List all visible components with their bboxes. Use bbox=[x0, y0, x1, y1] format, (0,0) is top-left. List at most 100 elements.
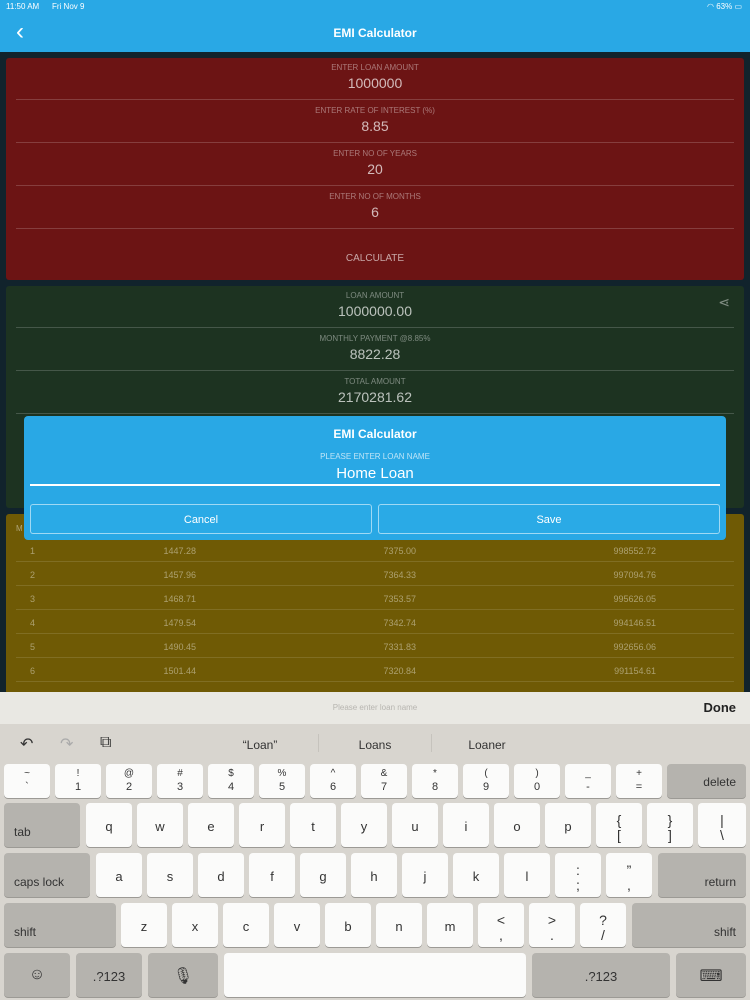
key-3[interactable]: #3 bbox=[157, 764, 203, 798]
key-greater-than[interactable]: >. bbox=[529, 903, 575, 947]
key-5[interactable]: % 5 bbox=[259, 764, 305, 798]
numbers-key-right[interactable]: .?123 bbox=[532, 953, 670, 997]
key-g[interactable]: g bbox=[300, 853, 346, 897]
cancel-button[interactable]: Cancel bbox=[30, 504, 372, 534]
caps-lock-key[interactable]: caps lock bbox=[4, 853, 90, 897]
key-o[interactable]: o bbox=[494, 803, 540, 847]
calculate-button[interactable]: CALCULATE bbox=[6, 253, 744, 264]
key-9[interactable]: (9 bbox=[463, 764, 509, 798]
paste-icon[interactable]: ⧉ bbox=[100, 734, 111, 752]
balance-cell: 997094.76 bbox=[613, 570, 656, 580]
status-right: ◠ 63% ▭ bbox=[707, 2, 742, 11]
key-1[interactable]: ! 1 bbox=[55, 764, 101, 798]
dialog-title: EMI Calculator bbox=[333, 427, 417, 441]
key-minus[interactable]: _ - bbox=[565, 764, 611, 798]
years-field[interactable]: ENTER NO OF YEARS 20 bbox=[16, 144, 734, 186]
key-bottom: 0 bbox=[533, 781, 541, 793]
months-field[interactable]: ENTER NO OF MONTHS 6 bbox=[16, 187, 734, 229]
mode-label: .?123 bbox=[584, 969, 618, 984]
return-key[interactable]: return bbox=[658, 853, 746, 897]
key-backslash[interactable]: | \ bbox=[698, 803, 746, 847]
key-c[interactable]: c bbox=[223, 903, 269, 947]
key-tilde[interactable]: ~ ` bbox=[4, 764, 50, 798]
key-p[interactable]: p bbox=[545, 803, 591, 847]
key-question[interactable]: ? / bbox=[580, 903, 626, 947]
save-button[interactable]: Save bbox=[378, 504, 720, 534]
key-2[interactable]: @2 bbox=[106, 764, 152, 798]
delete-key[interactable]: delete bbox=[667, 764, 746, 798]
key-k[interactable]: k bbox=[453, 853, 499, 897]
key-quote[interactable]: ”, bbox=[606, 853, 652, 897]
key-bottom: ; bbox=[576, 877, 580, 893]
tab-label: tab bbox=[14, 825, 31, 839]
key-d[interactable]: d bbox=[198, 853, 244, 897]
key-label: p bbox=[564, 819, 572, 834]
years-value: 20 bbox=[367, 161, 383, 177]
key-m[interactable]: m bbox=[427, 903, 473, 947]
loan-name-input[interactable] bbox=[30, 462, 720, 486]
key-q[interactable]: q bbox=[86, 803, 132, 847]
interest-rate-label: ENTER RATE OF INTEREST (%) bbox=[315, 106, 435, 115]
key-r[interactable]: r bbox=[239, 803, 285, 847]
key-h[interactable]: h bbox=[351, 853, 397, 897]
key-4[interactable]: $4 bbox=[208, 764, 254, 798]
emoji-key[interactable]: ☺ bbox=[4, 953, 70, 997]
result-loan-amount-label: LOAN AMOUNT bbox=[345, 291, 405, 300]
suggestion-1[interactable]: “Loan” bbox=[210, 738, 310, 752]
key-bottom: = bbox=[635, 781, 643, 793]
key-f[interactable]: f bbox=[249, 853, 295, 897]
key-label: s bbox=[166, 869, 174, 884]
nav-bar: ‹ EMI Calculator bbox=[0, 14, 750, 52]
suggestion-2[interactable]: Loans bbox=[325, 738, 425, 752]
interest-cell: 7375.00 bbox=[383, 546, 416, 556]
suggestion-3[interactable]: Loaner bbox=[437, 738, 537, 752]
redo-icon[interactable]: ↷ bbox=[60, 734, 73, 754]
key-y[interactable]: y bbox=[341, 803, 387, 847]
interest-rate-field[interactable]: ENTER RATE OF INTEREST (%) 8.85 bbox=[16, 101, 734, 143]
key-7[interactable]: & 7 bbox=[361, 764, 407, 798]
shift-right-key[interactable]: shift bbox=[632, 903, 746, 947]
principal-cell: 1501.44 bbox=[163, 666, 196, 676]
key-v[interactable]: v bbox=[274, 903, 320, 947]
key-t[interactable]: t bbox=[290, 803, 336, 847]
key-equals[interactable]: + = bbox=[616, 764, 662, 798]
key-j[interactable]: j bbox=[402, 853, 448, 897]
status-time: 11:50 AM bbox=[6, 2, 40, 11]
key-label: f bbox=[270, 869, 274, 884]
key-n[interactable]: n bbox=[376, 903, 422, 947]
key-right-brace[interactable]: }] bbox=[647, 803, 693, 847]
key-e[interactable]: e bbox=[188, 803, 234, 847]
loan-amount-field[interactable]: ENTER LOAN AMOUNT 1000000 bbox=[16, 58, 734, 100]
key-label: h bbox=[370, 869, 378, 884]
key-u[interactable]: u bbox=[392, 803, 438, 847]
done-button[interactable]: Done bbox=[704, 700, 737, 715]
undo-icon[interactable]: ↶ bbox=[20, 734, 33, 754]
shift-left-key[interactable]: shift bbox=[4, 903, 116, 947]
shift-label: shift bbox=[14, 925, 37, 939]
key-z[interactable]: z bbox=[121, 903, 167, 947]
schedule-header-fragment: M bbox=[16, 524, 23, 533]
key-label: o bbox=[513, 819, 521, 834]
emoji-icon: ☺ bbox=[28, 966, 46, 983]
key-less-than[interactable]: <, bbox=[478, 903, 524, 947]
key-left-brace[interactable]: {[ bbox=[596, 803, 642, 847]
key-semicolon[interactable]: :; bbox=[555, 853, 601, 897]
key-i[interactable]: i bbox=[443, 803, 489, 847]
space-bar[interactable] bbox=[224, 953, 526, 997]
month-cell: 4 bbox=[30, 618, 36, 628]
dictation-key[interactable]: 🎙 bbox=[148, 953, 218, 997]
numbers-key-left[interactable]: .?123 bbox=[76, 953, 142, 997]
hide-keyboard-key[interactable]: ⌨ bbox=[676, 953, 746, 997]
key-b[interactable]: b bbox=[325, 903, 371, 947]
tab-key[interactable]: tab bbox=[4, 803, 80, 847]
key-0[interactable]: ) 0 bbox=[514, 764, 560, 798]
key-a[interactable]: a bbox=[96, 853, 142, 897]
key-l[interactable]: l bbox=[504, 853, 550, 897]
key-8[interactable]: * 8 bbox=[412, 764, 458, 798]
key-w[interactable]: w bbox=[137, 803, 183, 847]
key-s[interactable]: s bbox=[147, 853, 193, 897]
key-6[interactable]: ^ 6 bbox=[310, 764, 356, 798]
key-x[interactable]: x bbox=[172, 903, 218, 947]
principal-cell: 1490.45 bbox=[163, 642, 196, 652]
table-row: 3 1468.71 7353.57 995626.05 bbox=[16, 586, 734, 610]
